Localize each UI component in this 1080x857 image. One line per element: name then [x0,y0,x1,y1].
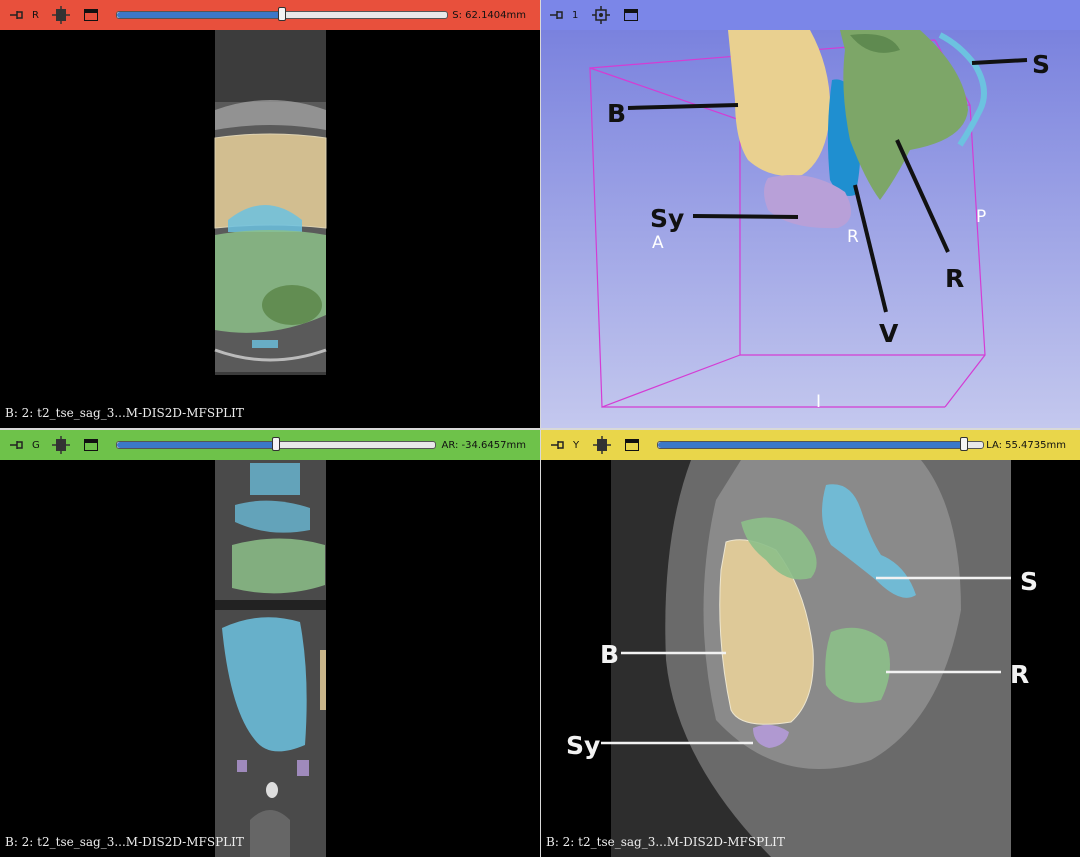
yellow-slice-canvas[interactable]: S B R Sy B: 2: t2_tse_sag_3...M-DIS2D-MF… [541,460,1080,857]
annotation-b: B [607,99,626,128]
annotation-sy: Sy [650,204,684,233]
slice-offset-readout: LA: 55.4735mm [986,439,1066,451]
pin-icon[interactable] [549,438,567,452]
window-maximize-icon[interactable] [625,439,639,451]
pin-icon[interactable] [548,8,566,22]
center-view-icon[interactable] [592,6,610,24]
link-icon[interactable] [52,436,70,454]
threed-render: B S Sy V R A R P I [589,30,1050,412]
slider-thumb[interactable] [272,437,280,451]
orientation-a: A [652,233,664,253]
volume-name-label: B: 2: t2_tse_sag_3...M-DIS2D-MFSPLIT [5,835,244,849]
slider-fill [117,442,276,448]
window-maximize-icon[interactable] [84,439,98,451]
annotation-b: B [600,640,619,669]
view-label: Y [573,439,580,451]
window-maximize-icon[interactable] [624,9,638,21]
green-slice-canvas[interactable]: B: 2: t2_tse_sag_3...M-DIS2D-MFSPLIT [0,460,540,857]
annotation-r: R [945,264,964,293]
divider-horizontal[interactable] [0,428,1080,430]
slider-fill [117,12,282,18]
orientation-i: I [816,392,821,412]
pin-icon[interactable] [8,8,26,22]
window-maximize-icon[interactable] [84,9,98,21]
red-slice-canvas[interactable]: B: 2: t2_tse_sag_3...M-DIS2D-MFSPLIT [0,30,540,428]
annotation-s: S [1032,50,1050,79]
threed-view[interactable]: 1 B S Sy V R A R P I [540,0,1080,428]
view-label: 1 [572,9,579,21]
slice-offset-slider[interactable] [116,437,436,451]
red-slice-view[interactable]: R S: 62.1404mm B: 2: t2_tse_sag_3...M-DI… [0,0,540,428]
view-label: G [32,439,40,451]
annotation-s: S [1020,567,1038,596]
orientation-p: P [976,207,986,227]
red-slice-image [214,30,327,375]
pin-icon[interactable] [8,438,26,452]
slice-offset-slider[interactable] [657,437,984,451]
annotation-r: R [1010,660,1029,689]
volume-name-label: B: 2: t2_tse_sag_3...M-DIS2D-MFSPLIT [5,406,244,420]
green-slice-view[interactable]: G AR: -34.6457mm B: 2: t2_tse_sag_3...M-… [0,430,540,857]
annotation-sy: Sy [566,731,600,760]
green-view-toolbar: G AR: -34.6457mm [0,430,540,460]
slice-offset-slider[interactable] [116,7,448,21]
yellow-slice-view[interactable]: Y LA: 55.4735mm S B R Sy B: 2: t2_tse_sa… [541,430,1080,857]
yellow-slice-image: S B R Sy [566,460,1038,857]
slider-fill [658,442,964,448]
view-label: R [32,9,39,21]
annotation-v: V [879,319,899,348]
threed-canvas[interactable]: B S Sy V R A R P I [540,30,1080,428]
threed-view-toolbar: 1 [540,0,1080,30]
slice-offset-readout: S: 62.1404mm [452,9,526,21]
slider-thumb[interactable] [278,7,286,21]
red-view-toolbar: R S: 62.1404mm [0,0,540,30]
link-icon[interactable] [52,6,70,24]
yellow-view-toolbar: Y LA: 55.4735mm [541,430,1080,460]
volume-name-label: B: 2: t2_tse_sag_3...M-DIS2D-MFSPLIT [546,835,785,849]
orientation-r: R [847,227,859,247]
link-icon[interactable] [593,436,611,454]
slider-thumb[interactable] [959,437,968,451]
green-slice-image [215,460,326,857]
slice-offset-readout: AR: -34.6457mm [441,439,526,451]
